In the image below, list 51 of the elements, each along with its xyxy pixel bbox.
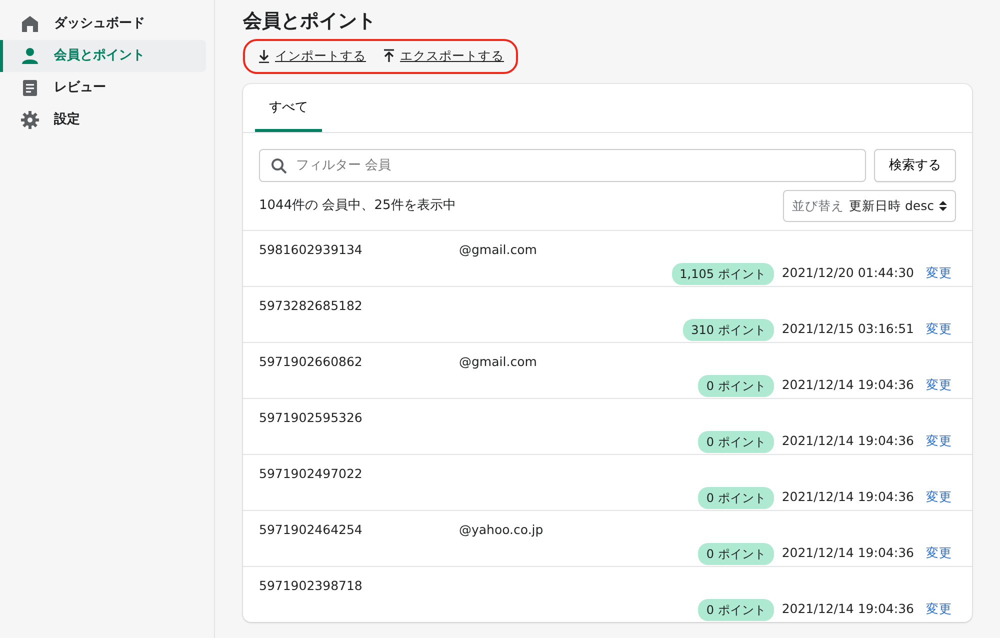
member-id: 5971902497022: [259, 465, 364, 484]
page-title: 会員とポイント: [243, 10, 377, 33]
edit-link[interactable]: 変更: [926, 544, 952, 563]
points-badge: 1,105 ポイント: [672, 262, 774, 285]
import-link[interactable]: インポートする: [257, 46, 366, 66]
edit-link[interactable]: 変更: [926, 320, 952, 339]
person-icon: [20, 46, 40, 66]
edit-link[interactable]: 変更: [926, 600, 952, 619]
gear-icon: [20, 110, 40, 130]
document-icon: [20, 78, 40, 98]
download-icon: [257, 49, 271, 64]
result-count: 1044件の 会員中、25件を表示中: [259, 197, 456, 216]
updated-time: 2021/12/14 19:04:36: [782, 376, 914, 394]
points-badge: 310 ポイント: [683, 318, 774, 341]
member-email: @yahoo.co.jp: [459, 522, 544, 538]
member-id: 5973282685182: [259, 297, 364, 316]
points-badge: 0 ポイント: [698, 486, 774, 509]
points-badge: 0 ポイント: [698, 430, 774, 453]
points-badge: 0 ポイント: [698, 374, 774, 397]
sidebar-item[interactable]: 設定: [0, 104, 206, 136]
edit-link[interactable]: 変更: [926, 376, 952, 395]
edit-link[interactable]: 変更: [926, 264, 952, 283]
member-id: 5981602939134: [259, 241, 364, 260]
member-email: @gmail.com: [459, 242, 537, 258]
member-id: 5971902595326: [259, 409, 364, 428]
updated-time: 2021/12/14 19:04:36: [782, 600, 914, 618]
tab[interactable]: すべて: [255, 84, 322, 132]
sidebar-item[interactable]: ダッシュボード: [0, 8, 206, 40]
member-id: 5971902660862: [259, 353, 364, 372]
updated-time: 2021/12/20 01:44:30: [782, 264, 914, 282]
sidebar-item[interactable]: 会員とポイント: [0, 40, 206, 72]
updated-time: 2021/12/14 19:04:36: [782, 488, 914, 506]
sort-caret-icon: [939, 200, 947, 212]
member-email: @gmail.com: [459, 354, 537, 370]
sidebar-item[interactable]: レビュー: [0, 72, 206, 104]
points-badge: 0 ポイント: [698, 542, 774, 565]
upload-icon: [382, 49, 396, 64]
search-field[interactable]: フィルター 会員: [259, 149, 866, 182]
member-id: 5971902398718: [259, 577, 364, 596]
search-button[interactable]: 検索する: [874, 149, 956, 182]
search-icon: [271, 158, 287, 174]
updated-time: 2021/12/14 19:04:36: [782, 432, 914, 450]
member-id: 5971902464254: [259, 521, 364, 540]
home-icon: [20, 14, 40, 34]
edit-link[interactable]: 変更: [926, 432, 952, 451]
points-badge: 0 ポイント: [698, 598, 774, 621]
updated-time: 2021/12/14 19:04:36: [782, 544, 914, 562]
export-link[interactable]: エクスポートする: [382, 46, 504, 66]
edit-link[interactable]: 変更: [926, 488, 952, 507]
sort-select[interactable]: 並び替え 更新日時 desc: [783, 190, 956, 222]
updated-time: 2021/12/15 03:16:51: [782, 320, 914, 338]
